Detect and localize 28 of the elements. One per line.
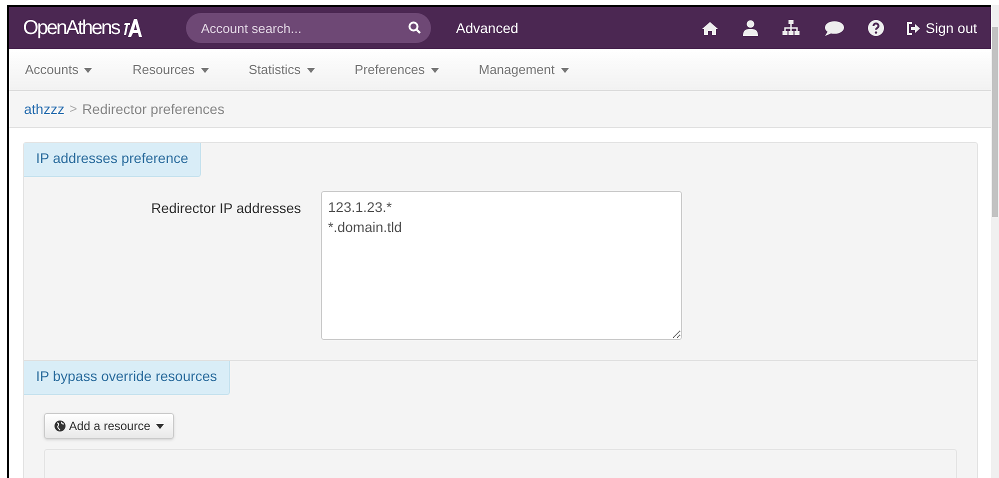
section-heading: IP addresses preference xyxy=(24,143,202,177)
search-field[interactable]: Account search... xyxy=(186,13,431,43)
user-icon[interactable] xyxy=(742,20,758,36)
help-icon[interactable] xyxy=(868,20,884,36)
caret-icon[interactable] xyxy=(156,424,164,428)
add-resource-button[interactable]: Add a resource xyxy=(44,413,174,439)
sign-out-link[interactable]: Sign out xyxy=(906,18,977,38)
sitemap-icon[interactable] xyxy=(782,20,800,36)
menu-item[interactable]: Preferences xyxy=(354,60,439,80)
home-icon[interactable] xyxy=(700,20,719,36)
scrollbar-thumb[interactable] xyxy=(992,27,998,217)
menu-item[interactable]: Resources xyxy=(132,60,209,80)
section-heading: IP bypass override resources xyxy=(24,361,230,395)
search-icon[interactable] xyxy=(408,21,421,34)
menu-item[interactable]: Management xyxy=(478,60,569,80)
breadcrumb-link[interactable]: athzzz xyxy=(24,98,64,120)
ip-addresses-field[interactable]: 123.1.23.* *.domain.tld xyxy=(321,191,682,340)
logo-text: OpenAthens xyxy=(23,16,120,41)
advanced-search-link[interactable]: Advanced xyxy=(456,18,518,38)
globe-icon xyxy=(54,420,66,432)
breadcrumb-separator: > xyxy=(69,100,78,118)
field-label: Redirector IP addresses xyxy=(150,199,301,218)
breadcrumb-current: Redirector preferences xyxy=(82,100,224,119)
menu-item[interactable]: Statistics xyxy=(248,60,315,80)
logo-mark-icon xyxy=(122,19,142,37)
sign-out-icon[interactable] xyxy=(906,22,921,34)
menu-item[interactable]: Accounts xyxy=(25,60,92,80)
speech-bubble-icon[interactable] xyxy=(824,20,844,36)
